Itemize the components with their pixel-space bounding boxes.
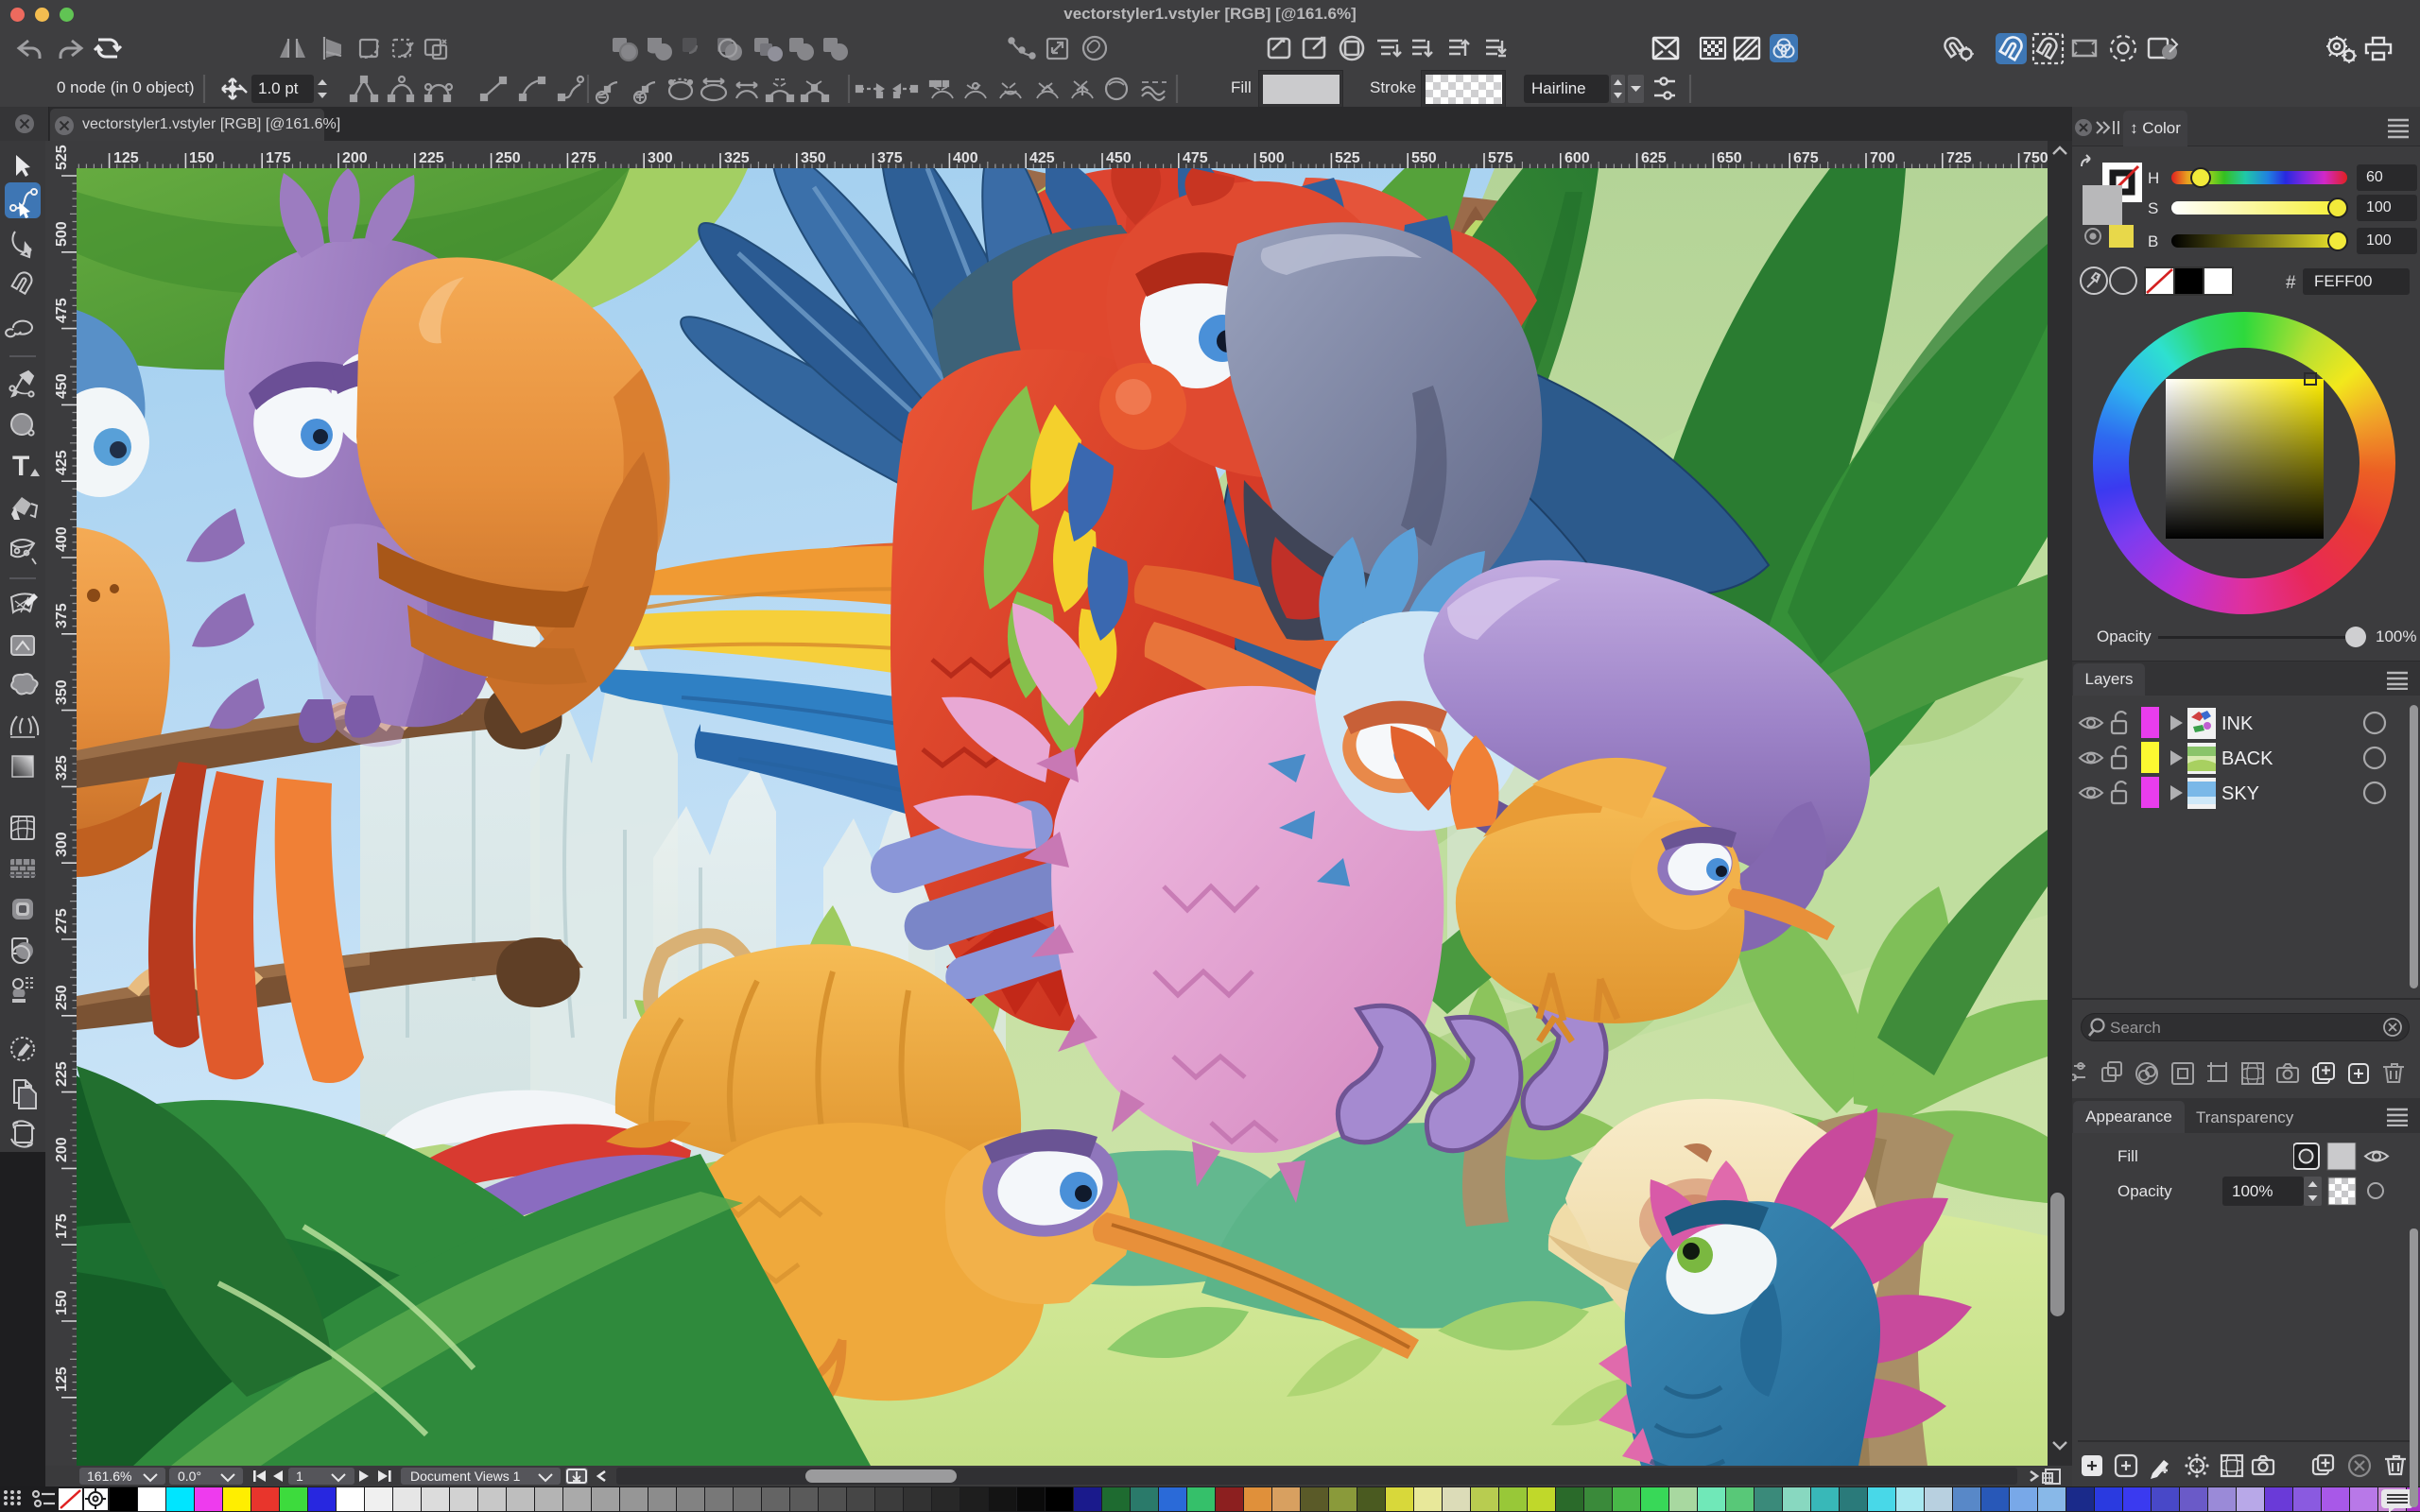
svg-text:325: 325 — [724, 150, 750, 166]
svg-text:625: 625 — [1641, 150, 1667, 166]
svg-text:350: 350 — [801, 150, 826, 166]
svg-text:Document Views 1: Document Views 1 — [410, 1469, 521, 1484]
svg-text:400: 400 — [54, 526, 70, 552]
svg-text:525: 525 — [1335, 150, 1360, 166]
svg-text:425: 425 — [1029, 150, 1055, 166]
svg-text:375: 375 — [54, 603, 70, 628]
svg-text:200: 200 — [54, 1137, 70, 1162]
svg-text:0.0°: 0.0° — [178, 1469, 201, 1484]
svg-text:525: 525 — [54, 145, 70, 170]
svg-text:500: 500 — [54, 221, 70, 247]
svg-text:200: 200 — [342, 150, 368, 166]
svg-text:475: 475 — [54, 298, 70, 323]
svg-text:725: 725 — [1946, 150, 1972, 166]
svg-text:T: T — [12, 451, 29, 482]
svg-text:475: 475 — [1183, 150, 1208, 166]
svg-text:575: 575 — [1488, 150, 1513, 166]
svg-text:400: 400 — [953, 150, 978, 166]
svg-text:450: 450 — [1106, 150, 1132, 166]
svg-text:375: 375 — [877, 150, 903, 166]
svg-text:275: 275 — [571, 150, 596, 166]
svg-text:600: 600 — [1564, 150, 1590, 166]
svg-text:150: 150 — [189, 150, 215, 166]
svg-text:150: 150 — [54, 1290, 70, 1315]
svg-text:675: 675 — [1793, 150, 1819, 166]
svg-text:425: 425 — [54, 450, 70, 475]
svg-text:300: 300 — [54, 832, 70, 857]
svg-text:325: 325 — [54, 755, 70, 781]
svg-text:300: 300 — [648, 150, 673, 166]
svg-text:161.6%: 161.6% — [87, 1469, 131, 1484]
svg-text:225: 225 — [419, 150, 444, 166]
svg-text:125: 125 — [113, 150, 139, 166]
svg-text:225: 225 — [54, 1061, 70, 1087]
svg-text:250: 250 — [54, 985, 70, 1010]
svg-text:550: 550 — [1411, 150, 1437, 166]
svg-text:700: 700 — [1870, 150, 1895, 166]
svg-text:1: 1 — [296, 1469, 303, 1484]
svg-text:750: 750 — [2023, 150, 2048, 166]
svg-text:275: 275 — [54, 908, 70, 934]
svg-text:175: 175 — [54, 1213, 70, 1239]
svg-text:175: 175 — [266, 150, 291, 166]
svg-text:250: 250 — [495, 150, 521, 166]
svg-text:350: 350 — [54, 679, 70, 705]
svg-text:125: 125 — [54, 1366, 70, 1392]
svg-text:500: 500 — [1259, 150, 1285, 166]
svg-text:650: 650 — [1717, 150, 1742, 166]
svg-text:450: 450 — [54, 373, 70, 399]
